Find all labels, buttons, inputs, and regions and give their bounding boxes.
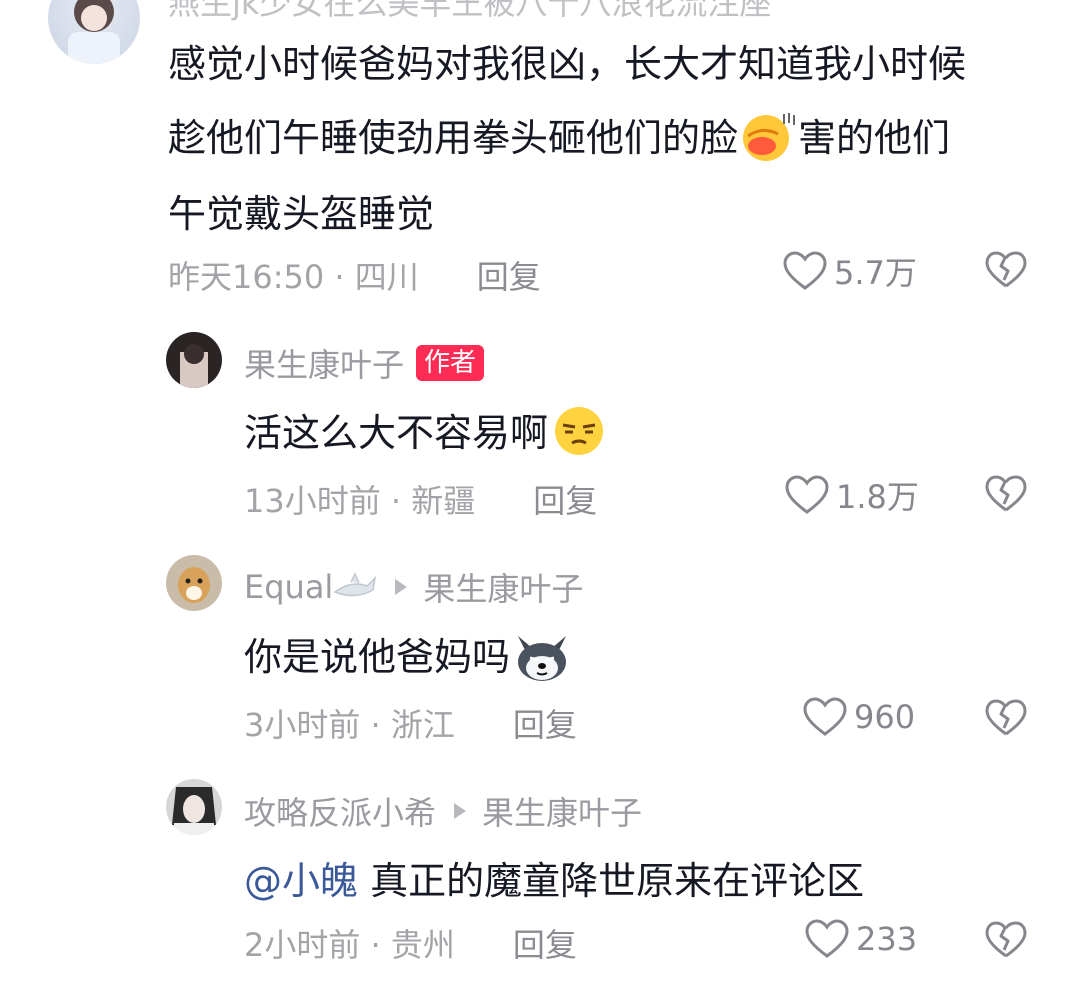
like-count: 960: [854, 698, 916, 736]
broken-heart-icon: [985, 475, 1027, 512]
husky-face-emoji-icon: [510, 626, 574, 693]
commenter-name-text: Equal: [244, 568, 334, 606]
avatar-image: [68, 0, 120, 64]
shark-emoji-icon: [333, 572, 377, 597]
like-button[interactable]: 1.8万: [784, 472, 919, 518]
comment-text-line: 感觉小时候爸妈对我很凶，长大才知道我小时候: [168, 42, 967, 86]
like-count: 5.7万: [834, 254, 917, 292]
like-button[interactable]: 960: [802, 696, 915, 738]
comment-text-line: 活这么大不容易啊: [244, 402, 610, 466]
like-count: 233: [856, 920, 918, 958]
pouting-face-emoji-icon: [738, 110, 798, 171]
heart-outline-icon: [805, 919, 849, 958]
heart-outline-icon: [785, 475, 829, 514]
reply-to-name[interactable]: 果生康叶子: [423, 564, 583, 610]
comment-meta: 昨天16:50 · 四川 回复: [168, 252, 541, 298]
play-triangle-icon: [454, 803, 467, 819]
dislike-button[interactable]: [984, 920, 1028, 964]
timestamp-location: 昨天16:50 · 四川: [168, 258, 419, 296]
avatar[interactable]: [166, 555, 222, 611]
broken-heart-icon: [985, 699, 1027, 736]
dislike-button[interactable]: [984, 698, 1028, 742]
heart-outline-icon: [783, 251, 827, 290]
smirk-face-emoji-icon: [548, 405, 610, 466]
avatar[interactable]: [48, 0, 140, 64]
broken-heart-icon: [985, 251, 1027, 288]
like-count: 1.8万: [836, 478, 919, 516]
comment-text-segment: 活这么大不容易啊: [244, 411, 549, 455]
commenter-name[interactable]: 燕生jk少女在么美羊王被八十八浪花流注座: [168, 0, 771, 24]
avatar-image: [172, 787, 216, 835]
comment-text-segment: 害的他们: [798, 116, 951, 160]
comment-text-segment: 你是说他爸妈吗: [244, 635, 511, 679]
commenter-name-text: 果生康叶子: [244, 346, 405, 384]
reply-button[interactable]: 回复: [513, 706, 577, 744]
commenter-name[interactable]: 果生康叶子 作者: [244, 340, 485, 386]
heart-outline-icon: [803, 697, 847, 736]
comment-text-line: @小魄 真正的魔童降世原来在评论区: [244, 850, 864, 905]
reply-button[interactable]: 回复: [477, 258, 541, 296]
avatar-image: [178, 567, 210, 603]
timestamp-location: 13小时前 · 新疆: [244, 482, 476, 520]
comment-text-line: 你是说他爸妈吗: [244, 626, 574, 693]
comment-text-segment: 趁他们午睡使劲用拳头砸他们的脸: [168, 116, 739, 160]
mention-link[interactable]: @小魄: [244, 859, 358, 903]
dislike-button[interactable]: [984, 250, 1028, 294]
comment-meta: 2小时前 · 贵州 回复: [244, 920, 577, 966]
reply-button[interactable]: 回复: [513, 926, 577, 964]
comment-text-segment: 真正的魔童降世原来在评论区: [370, 859, 865, 903]
timestamp-location: 2小时前 · 贵州: [244, 926, 455, 964]
avatar-image: [180, 344, 208, 388]
comment-meta: 3小时前 · 浙江 回复: [244, 700, 577, 746]
avatar[interactable]: [166, 332, 222, 388]
timestamp-location: 3小时前 · 浙江: [244, 706, 455, 744]
avatar[interactable]: [166, 779, 222, 835]
reply-to-name[interactable]: 果生康叶子: [482, 788, 642, 834]
commenter-name-text: 攻略反派小希: [244, 794, 437, 832]
broken-heart-icon: [985, 921, 1027, 958]
comment-text-line: 趁他们午睡使劲用拳头砸他们的脸 害的他们: [168, 107, 950, 171]
commenter-name[interactable]: 攻略反派小希 果生康叶子: [244, 788, 642, 834]
author-badge: 作者: [416, 345, 485, 381]
like-button[interactable]: 233: [804, 918, 917, 960]
dislike-button[interactable]: [984, 474, 1028, 518]
reply-button[interactable]: 回复: [533, 482, 597, 520]
play-triangle-icon: [395, 579, 408, 595]
comment-text-line: 午觉戴头盔睡觉: [168, 192, 435, 236]
commenter-name[interactable]: Equal 果生康叶子: [244, 564, 583, 610]
comment-meta: 13小时前 · 新疆 回复: [244, 476, 597, 522]
like-button[interactable]: 5.7万: [782, 248, 917, 294]
